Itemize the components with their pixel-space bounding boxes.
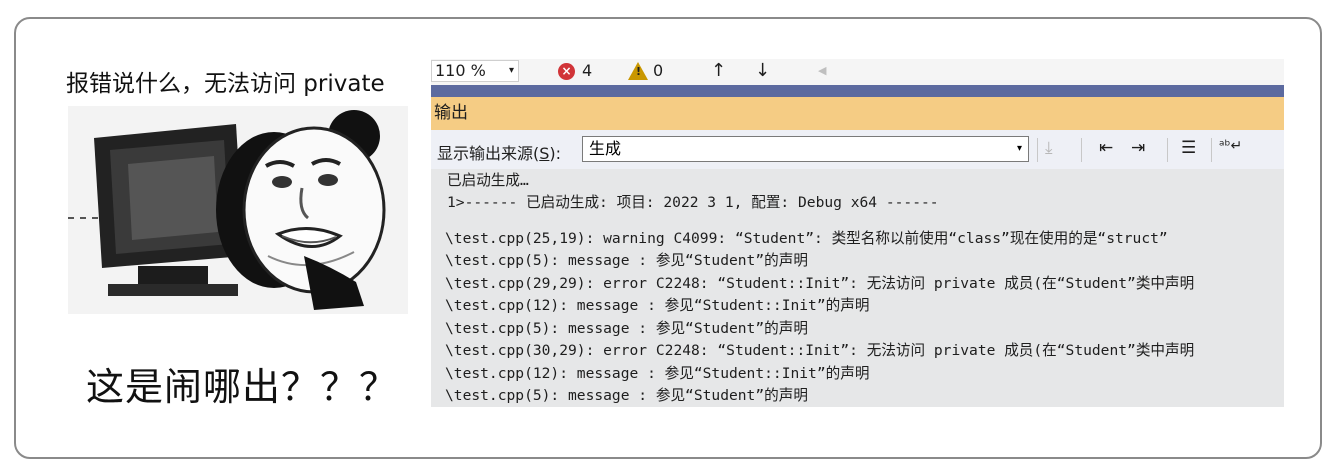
output-line: \test.cpp(5): message : 参见“Student”的声明 (445, 252, 808, 269)
previous-message-icon[interactable]: ⇤ (1099, 138, 1113, 158)
output-line: 1>------ 已启动生成: 项目: 2022 3 1, 配置: Debug … (447, 194, 939, 211)
previous-issue-arrow-icon[interactable]: ↑ (711, 60, 726, 81)
editor-scroll-strip (431, 85, 1284, 97)
output-source-select[interactable]: 生成 ▾ (582, 136, 1029, 162)
output-toolbar: 显示输出来源(S): 生成 ▾ ⤓ ⇤ ⇥ ☰ ᵃᵇ↵ (431, 130, 1284, 169)
meme-caption-top: 报错说什么，无法访问 private (66, 71, 385, 97)
find-message-in-code-icon[interactable]: ⤓ (1045, 138, 1053, 158)
toolbar-divider (1167, 138, 1168, 162)
warning-count[interactable]: 0 (653, 61, 663, 80)
toolbar-divider (1037, 138, 1038, 162)
source-label-accesskey: S (539, 144, 550, 163)
error-count[interactable]: 4 (582, 61, 592, 80)
output-line: \test.cpp(25,19): warning C4099: “Studen… (445, 230, 1168, 247)
warning-icon[interactable]: ! (628, 62, 648, 80)
error-icon[interactable]: × (558, 63, 575, 80)
meme-caption-bottom: 这是闹哪出？？？ (86, 365, 399, 409)
output-line: \test.cpp(12): message : 参见“Student::Ini… (445, 365, 870, 382)
clear-all-icon[interactable]: ☰ (1181, 138, 1196, 158)
zoom-select[interactable]: 110 % ▾ (431, 60, 519, 82)
scroll-left-icon[interactable]: ◀ (818, 64, 826, 77)
output-line: \test.cpp(5): message : 参见“Student”的声明 (445, 320, 808, 337)
source-label-suffix: ): (549, 144, 562, 163)
panda-monitor-illustration (68, 106, 408, 314)
chevron-down-icon: ▾ (508, 65, 514, 76)
output-line: \test.cpp(30,29): error C2248: “Student:… (445, 342, 1195, 359)
next-message-icon[interactable]: ⇥ (1131, 138, 1145, 158)
editor-status-bar: 110 % ▾ × 4 ! 0 ↑ ↓ ◀ (431, 59, 1284, 85)
meme-image (68, 106, 408, 314)
toolbar-divider (1211, 138, 1212, 162)
output-panel-title: 输出 (431, 97, 1284, 130)
word-wrap-icon[interactable]: ᵃᵇ↵ (1219, 138, 1242, 154)
chevron-down-icon: ▾ (1016, 143, 1022, 154)
output-line: \test.cpp(5): message : 参见“Student”的声明 (445, 387, 808, 404)
output-text-area[interactable]: 已启动生成… 1>------ 已启动生成: 项目: 2022 3 1, 配置:… (431, 169, 1284, 407)
toolbar-divider (1081, 138, 1082, 162)
zoom-value: 110 % (435, 61, 486, 80)
output-source-value: 生成 (589, 139, 622, 158)
output-line: \test.cpp(29,29): error C2248: “Student:… (445, 275, 1195, 292)
next-issue-arrow-icon[interactable]: ↓ (755, 60, 770, 81)
output-line: 已启动生成… (447, 172, 529, 189)
vs-output-window: 110 % ▾ × 4 ! 0 ↑ ↓ ◀ 输出 显示输出来源(S): 生成 ▾… (431, 59, 1284, 407)
source-label-text: 显示输出来源( (437, 144, 540, 163)
output-line: \test.cpp(12): message : 参见“Student::Ini… (445, 297, 870, 314)
output-source-label: 显示输出来源(S): (437, 140, 561, 164)
